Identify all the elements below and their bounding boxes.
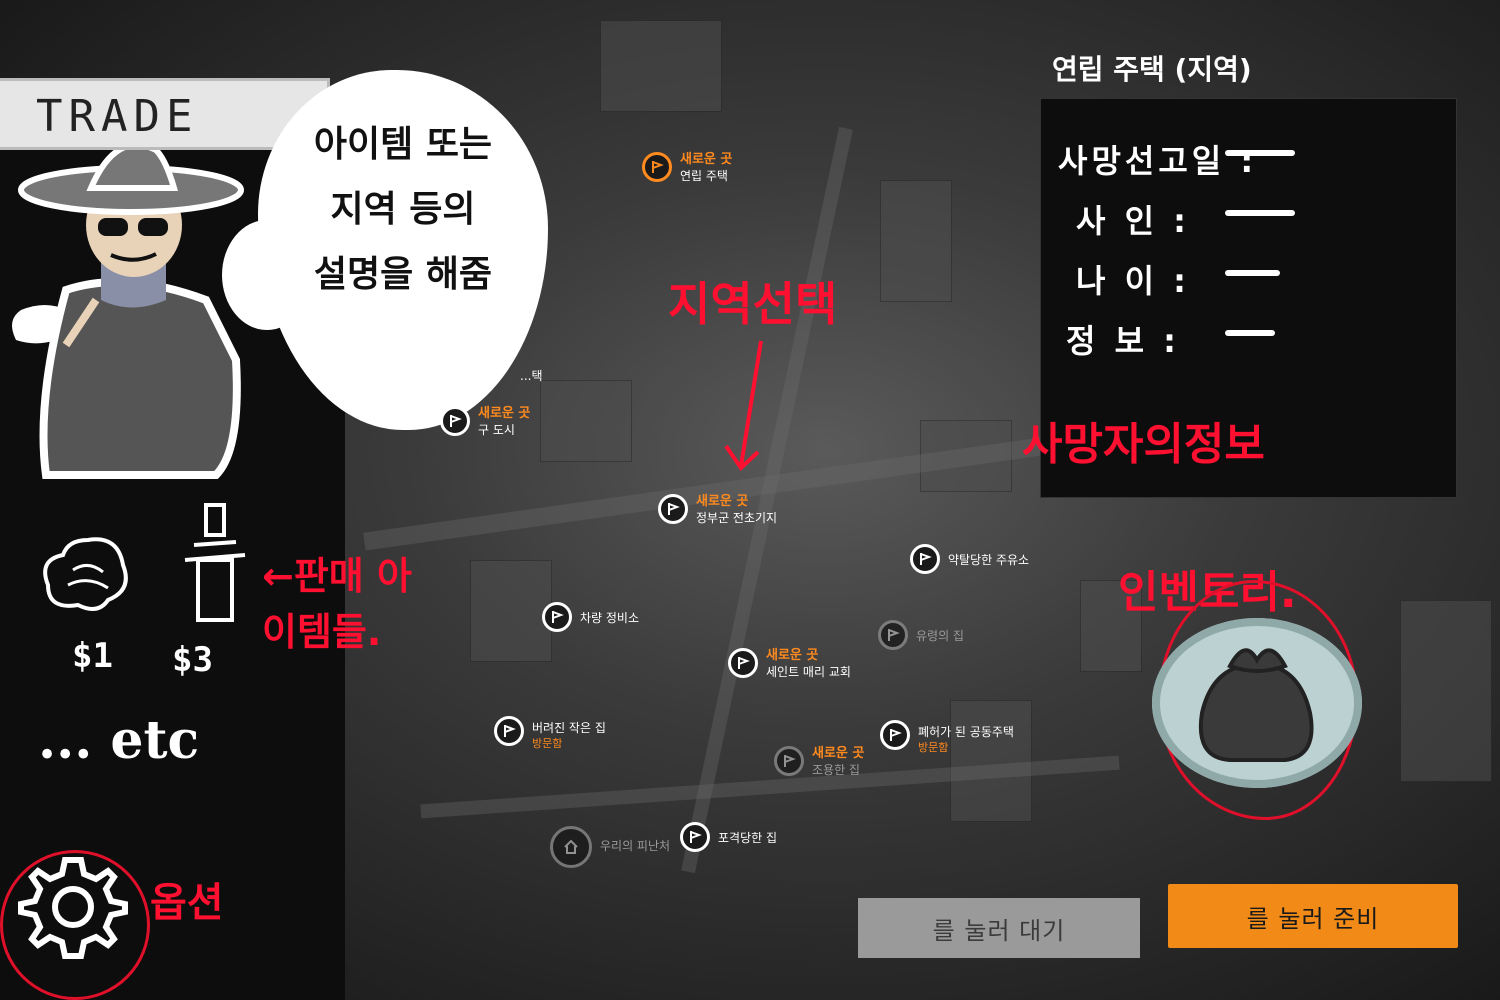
location-name: 차량 정비소: [580, 611, 640, 625]
visited-label: 방문함: [918, 741, 949, 754]
flag-icon: [658, 494, 688, 524]
location-name: 우리의 피난처: [600, 839, 671, 853]
visited-label: 방문함: [532, 737, 563, 750]
location-name: 세인트 매리 교회: [766, 665, 851, 679]
map-location[interactable]: 버려진 작은 집방문함: [494, 716, 606, 752]
map-location[interactable]: 새로운 곳세인트 매리 교회: [728, 648, 851, 680]
map-building: [540, 380, 632, 462]
home-icon: [550, 826, 592, 868]
location-name: 조용한 집: [812, 763, 860, 777]
map-location[interactable]: 새로운 곳구 도시: [440, 406, 530, 438]
info-label-death-date: 사망선고일 :: [1058, 142, 1258, 180]
info-value-line: [1225, 210, 1295, 216]
flag-icon: [878, 620, 908, 650]
arrow-icon: [724, 340, 763, 472]
bottle-icon[interactable]: [180, 500, 250, 625]
flag-icon: [880, 720, 910, 750]
location-tag: 새로운 곳: [680, 152, 733, 167]
annotation-deceased-info: 사망자의정보: [1022, 419, 1265, 470]
info-label-info: 정 보 :: [1066, 322, 1180, 360]
map-location[interactable]: 포격당한 집: [680, 822, 777, 852]
map-location[interactable]: 유령의 집: [878, 620, 964, 650]
location-name: 버려진 작은 집: [532, 721, 606, 735]
map-location[interactable]: 새로운 곳정부군 전초기지: [658, 494, 777, 526]
wait-button[interactable]: 를 눌러 대기: [858, 898, 1140, 958]
flag-icon: [642, 152, 672, 182]
map-location[interactable]: 약탈당한 주유소: [910, 544, 1029, 574]
info-value-line: [1225, 150, 1295, 156]
inventory-button[interactable]: [1152, 618, 1362, 788]
location-tag: 새로운 곳: [812, 746, 865, 761]
speech-line: 설명을 해줌: [313, 254, 493, 295]
flag-icon: [680, 822, 710, 852]
item-price: $3: [172, 640, 213, 680]
gear-icon[interactable]: [18, 852, 128, 962]
shelter-location[interactable]: 우리의 피난처: [550, 826, 670, 868]
flag-icon: [494, 716, 524, 746]
location-tag: 새로운 곳: [766, 648, 819, 663]
map-location[interactable]: 폐허가 된 공동주택방문함: [880, 720, 1014, 756]
info-value-line: [1225, 330, 1275, 336]
annotation-region-select: 지역선택: [668, 277, 838, 331]
item-price: $1: [72, 636, 113, 676]
merchant-character: [12, 150, 244, 479]
map-location[interactable]: 차량 정비소: [542, 602, 639, 632]
flag-icon: [910, 544, 940, 574]
info-value-line: [1225, 270, 1280, 276]
location-name: ...택: [520, 369, 543, 383]
map-location[interactable]: 새로운 곳연립 주택: [642, 152, 732, 184]
info-label-age: 나 이 :: [1076, 262, 1190, 300]
flag-icon: [440, 406, 470, 436]
flag-icon: [542, 602, 572, 632]
info-label-cause: 사 인 :: [1076, 202, 1190, 240]
location-tag: 새로운 곳: [696, 494, 749, 509]
map-building: [1400, 600, 1492, 782]
speech-line: 아이템 또는: [313, 124, 493, 165]
location-name: 폐허가 된 공동주택: [918, 725, 1014, 739]
annotation-sale-items: ←판매 아이템들.: [262, 554, 412, 654]
ready-button[interactable]: 를 눌러 준비: [1168, 884, 1458, 948]
location-name: 유령의 집: [916, 629, 964, 643]
region-title: 연립 주택 (지역): [1052, 53, 1252, 86]
map-building: [470, 560, 552, 662]
location-name: 연립 주택: [680, 169, 728, 183]
location-name: 정부군 전초기지: [696, 511, 778, 525]
map-location[interactable]: 새로운 곳조용한 집: [774, 746, 864, 778]
location-name: 포격당한 집: [718, 831, 778, 845]
etc-text: ... etc: [38, 710, 200, 771]
game-screen: TRADE 아이템 또는 지역 등의 설명을 해줌 $1 $3 ... etc …: [0, 0, 1500, 1000]
location-tag: 새로운 곳: [478, 406, 531, 421]
location-name: 약탈당한 주유소: [948, 553, 1030, 567]
cabbage-icon[interactable]: [38, 530, 138, 620]
speech-line: 지역 등의: [330, 189, 476, 230]
annotation-options: 옵션: [150, 880, 224, 926]
flag-icon: [728, 648, 758, 678]
map-building: [880, 180, 952, 302]
flag-icon: [774, 746, 804, 776]
map-building: [600, 20, 722, 112]
map-location[interactable]: ...택: [520, 368, 542, 384]
map-building: [950, 700, 1032, 822]
location-name: 구 도시: [478, 423, 515, 437]
bag-icon: [1198, 648, 1314, 762]
